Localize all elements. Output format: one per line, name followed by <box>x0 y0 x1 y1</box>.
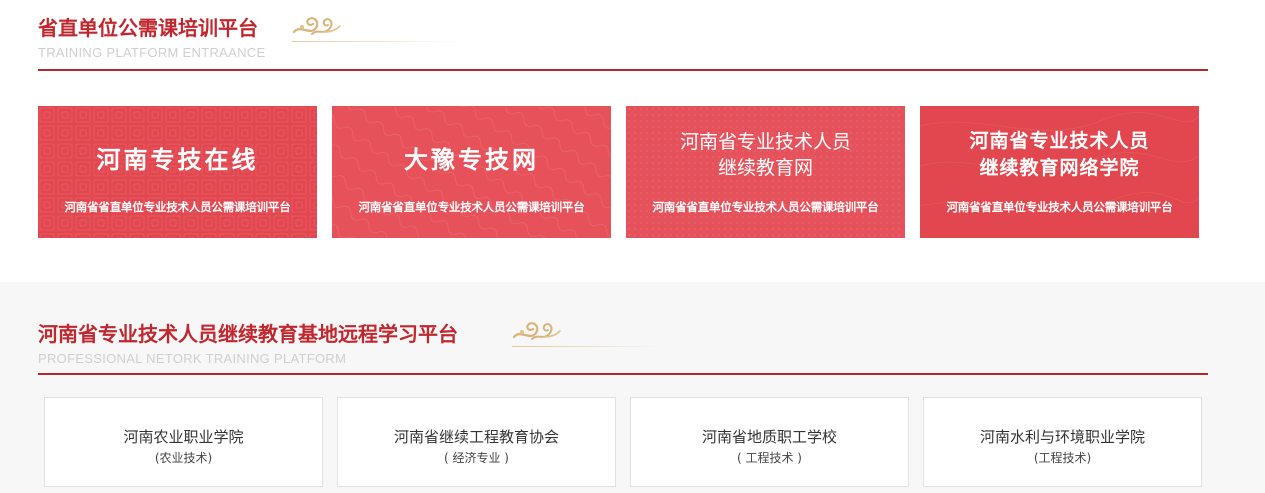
card-subtitle: 河南省省直单位专业技术人员公需课培训平台 <box>946 200 1173 214</box>
inst-note: ( 经济专业 ) <box>444 451 509 465</box>
inst-note: ( 工程技术 ) <box>737 451 802 465</box>
card-subtitle: 河南省省直单位专业技术人员公需课培训平台 <box>652 200 879 214</box>
section2-title: 河南省专业技术人员继续教育基地远程学习平台 <box>38 322 458 346</box>
inst-card-jixu-gongcheng[interactable]: 河南省继续工程教育协会 ( 经济专业 ) <box>337 397 616 487</box>
card-henan-zhuanji-zaixian[interactable]: 河南专技在线 河南省省直单位专业技术人员公需课培训平台 <box>38 106 317 238</box>
card-title-line1: 河南省专业技术人员 <box>679 131 851 153</box>
title-ornament-line <box>512 346 662 347</box>
title-ornament-line <box>292 41 462 42</box>
card-title: 大豫专技网 <box>404 146 539 174</box>
inst-card-henan-nongye[interactable]: 河南农业职业学院 (农业技术) <box>44 397 323 487</box>
inst-name: 河南水利与环境职业学院 <box>979 428 1145 446</box>
section2-subtitle: PROFESSIONAL NETORK TRAINING PLATFORM <box>38 351 347 366</box>
cloud-ornament-icon <box>292 17 341 35</box>
inst-name: 河南省地质职工学校 <box>701 428 837 446</box>
inst-card-shuili-huanjing[interactable]: 河南水利与环境职业学院 (工程技术) <box>923 397 1202 487</box>
section1-subtitle: TRAINING PLATFORM ENTRAANCE <box>38 45 266 60</box>
inst-card-dizhi-zhigong[interactable]: 河南省地质职工学校 ( 工程技术 ) <box>630 397 909 487</box>
inst-name: 河南省继续工程教育协会 <box>393 428 559 446</box>
cloud-ornament-icon <box>512 322 561 340</box>
section1-divider <box>38 69 1208 71</box>
inst-name: 河南农业职业学院 <box>123 428 244 446</box>
card-subtitle: 河南省省直单位专业技术人员公需课培训平台 <box>64 200 291 214</box>
card-title-line2: 继续教育网络学院 <box>979 157 1140 179</box>
inst-note: (农业技术) <box>154 451 213 465</box>
card-henan-jixu-jiaoyu-wang[interactable]: 河南省专业技术人员 继续教育网 河南省省直单位专业技术人员公需课培训平台 <box>626 106 905 238</box>
card-title-line2: 继续教育网 <box>717 157 813 179</box>
card-subtitle: 河南省省直单位专业技术人员公需课培训平台 <box>358 200 585 214</box>
inst-note: (工程技术) <box>1033 451 1092 465</box>
card-dayu-zhuanji-wang[interactable]: 大豫专技网 河南省省直单位专业技术人员公需课培训平台 <box>332 106 611 238</box>
card-title-line1: 河南省专业技术人员 <box>969 130 1150 152</box>
section1-title: 省直单位公需课培训平台 <box>38 16 258 40</box>
section2-divider <box>38 373 1208 375</box>
card-henan-jixu-jiaoyu-wangluo-xueyuan[interactable]: 河南省专业技术人员 继续教育网络学院 河南省省直单位专业技术人员公需课培训平台 <box>920 106 1199 238</box>
card-title: 河南专技在线 <box>96 146 259 174</box>
